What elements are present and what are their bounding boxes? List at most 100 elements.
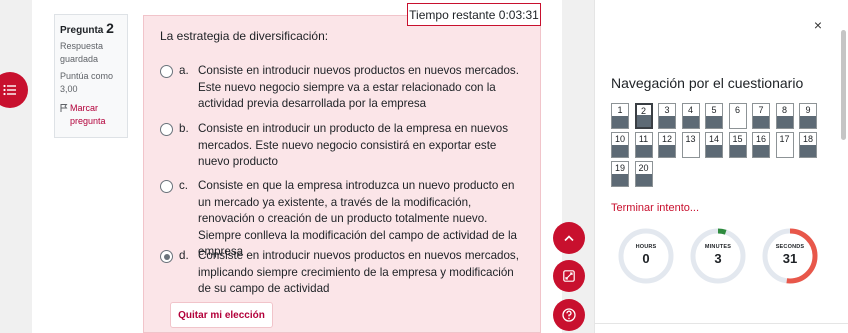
nav-question-6[interactable]: 6 <box>728 103 747 129</box>
nav-answered-indicator <box>612 145 628 157</box>
nav-question-number: 17 <box>779 134 790 144</box>
nav-question-15[interactable]: 15 <box>728 132 747 158</box>
question-info: Pregunta 2 Respuesta guardada Puntúa com… <box>54 14 128 138</box>
help-button[interactable] <box>553 299 585 331</box>
nav-answered-indicator <box>659 145 675 157</box>
question-score: Puntúa como 3,00 <box>60 71 114 94</box>
nav-question-10[interactable]: 10 <box>611 132 629 158</box>
nav-answered-indicator <box>706 145 722 157</box>
seconds-countdown: SECONDS 31 <box>761 227 819 285</box>
answer-letter: a. <box>179 64 189 77</box>
nav-question-1[interactable]: 1 <box>611 103 629 129</box>
answer-option-d[interactable]: d. Consiste en introducir nuevos product… <box>160 248 528 298</box>
nav-question-17[interactable]: 17 <box>775 132 794 158</box>
nav-question-9[interactable]: 9 <box>799 103 817 129</box>
answer-radio-c[interactable] <box>160 180 173 193</box>
question-content: La estrategia de diversificación: a. Con… <box>143 15 541 333</box>
nav-question-number: 16 <box>755 134 766 144</box>
answer-option-a[interactable]: a. Consiste en introducir nuevos product… <box>160 63 528 113</box>
nav-question-14[interactable]: 14 <box>705 132 723 158</box>
nav-answered-indicator <box>800 116 816 128</box>
question-text: La estrategia de diversificación: <box>160 29 329 43</box>
time-remaining: Tiempo restante 0:03:31 <box>407 3 541 26</box>
drawer-divider <box>595 323 848 324</box>
question-icon <box>562 308 576 322</box>
chevron-up-icon <box>564 234 574 241</box>
nav-question-number: 1 <box>617 105 623 115</box>
nav-question-number: 4 <box>687 105 693 115</box>
nav-answered-indicator <box>800 145 816 157</box>
nav-question-number: 7 <box>758 105 764 115</box>
nav-question-number: 6 <box>734 105 740 115</box>
quiz-navigation-drawer: × Navegación por el cuestionario 1234567… <box>594 0 848 333</box>
nav-question-2[interactable]: 2 <box>634 103 653 129</box>
nav-question-number: 8 <box>781 105 787 115</box>
nav-question-number: 14 <box>708 134 719 144</box>
nav-question-18[interactable]: 18 <box>799 132 817 158</box>
nav-question-8[interactable]: 8 <box>775 103 794 129</box>
nav-question-12[interactable]: 12 <box>658 132 676 158</box>
answer-letter: b. <box>179 122 189 135</box>
nav-question-number: 3 <box>664 105 670 115</box>
drawer-title: Navegación por el cuestionario <box>611 75 804 91</box>
nav-question-7[interactable]: 7 <box>752 103 770 129</box>
page-background <box>0 0 32 333</box>
scroll-top-button[interactable] <box>553 222 585 254</box>
fullscreen-button[interactable] <box>553 260 585 292</box>
nav-question-number: 18 <box>802 134 813 144</box>
flag-icon <box>60 104 68 112</box>
answer-radio-a[interactable] <box>160 65 173 78</box>
clear-choice-button[interactable]: Quitar mi elección <box>170 302 273 328</box>
expand-icon <box>563 270 575 282</box>
nav-answered-indicator <box>729 145 746 157</box>
answer-text: Consiste en introducir nuevos productos … <box>198 249 519 295</box>
close-icon[interactable]: × <box>811 17 825 33</box>
nav-question-16[interactable]: 16 <box>752 132 770 158</box>
answer-text: Consiste en introducir nuevos productos … <box>198 64 519 110</box>
hours-value: 0 <box>642 251 650 266</box>
question-number-value: 2 <box>106 20 114 36</box>
nav-answered-indicator <box>612 116 628 128</box>
hours-label: HOURS <box>635 244 657 250</box>
nav-question-number: 5 <box>711 105 717 115</box>
drawer-scrollbar[interactable] <box>841 30 846 140</box>
nav-answered-indicator <box>635 145 652 157</box>
finish-attempt-link[interactable]: Terminar intento... <box>611 202 699 214</box>
question-status: Respuesta guardada <box>60 41 104 64</box>
answer-radio-d[interactable] <box>160 250 173 263</box>
nav-question-11[interactable]: 11 <box>634 132 653 158</box>
nav-answered-indicator <box>753 145 769 157</box>
nav-question-19[interactable]: 19 <box>611 161 629 187</box>
minutes-countdown: MINUTES 3 <box>689 227 747 285</box>
nav-question-4[interactable]: 4 <box>681 103 700 129</box>
seconds-label: SECONDS <box>775 244 805 250</box>
nav-answered-indicator <box>706 116 722 128</box>
nav-question-number: 19 <box>614 163 625 173</box>
nav-answered-indicator <box>776 116 793 128</box>
nav-question-number: 9 <box>805 105 811 115</box>
nav-answered-indicator <box>635 174 652 186</box>
nav-question-number: 12 <box>661 134 672 144</box>
nav-answered-indicator <box>659 116 675 128</box>
nav-question-number: 15 <box>732 134 743 144</box>
hours-countdown: HOURS 0 <box>617 227 675 285</box>
answer-letter: d. <box>179 249 189 262</box>
answer-radio-b[interactable] <box>160 123 173 136</box>
answer-option-b[interactable]: b. Consiste en introducir un producto de… <box>160 121 528 171</box>
flag-question-label: Marcar pregunta <box>70 103 106 126</box>
nav-answered-indicator <box>753 116 769 128</box>
nav-question-number: 11 <box>638 134 649 144</box>
nav-question-number: 20 <box>638 163 649 173</box>
flag-question-link[interactable]: Marcar pregunta <box>60 102 122 128</box>
nav-question-5[interactable]: 5 <box>705 103 723 129</box>
nav-question-20[interactable]: 20 <box>634 161 653 187</box>
nav-question-13[interactable]: 13 <box>681 132 700 158</box>
nav-question-number: 13 <box>685 134 696 144</box>
nav-question-number: 10 <box>614 134 625 144</box>
nav-question-3[interactable]: 3 <box>658 103 676 129</box>
nav-answered-indicator <box>682 116 699 128</box>
seconds-value: 31 <box>782 251 798 266</box>
question-label: Pregunta <box>60 25 104 36</box>
minutes-value: 3 <box>714 251 722 266</box>
nav-answered-indicator <box>612 174 628 186</box>
